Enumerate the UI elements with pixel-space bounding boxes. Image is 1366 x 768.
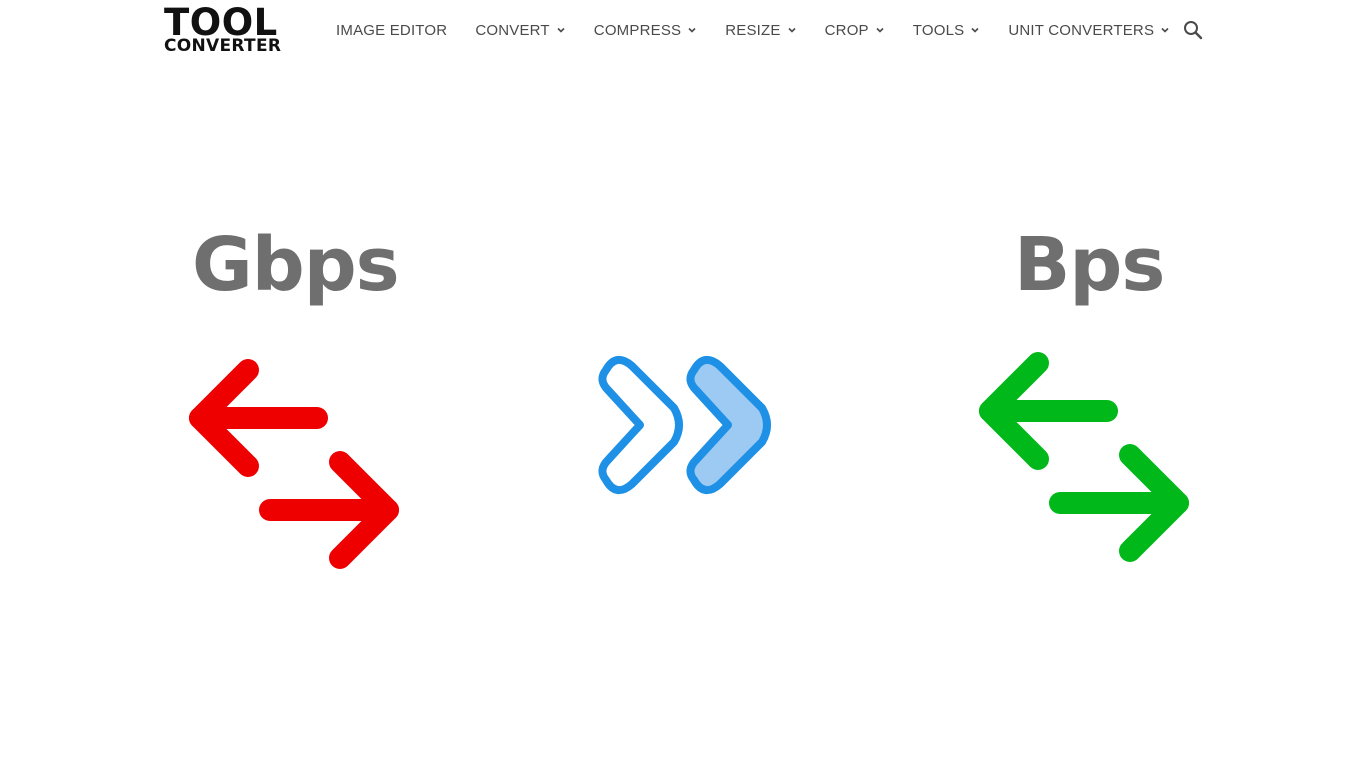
chevron-down-icon	[1161, 27, 1169, 33]
chevron-down-icon	[876, 27, 884, 33]
main-nav: IMAGE EDITOR CONVERT COMPRESS RESIZE CRO…	[336, 20, 1198, 40]
swap-arrows-icon	[979, 352, 1189, 562]
nav-label: UNIT CONVERTERS	[1008, 21, 1155, 39]
nav-item-tools[interactable]: TOOLS	[913, 20, 981, 40]
nav-label: IMAGE EDITOR	[336, 21, 448, 39]
nav-item-crop[interactable]: CROP	[825, 20, 885, 40]
chevron-down-icon	[557, 27, 565, 33]
double-chevron-right-icon	[598, 356, 771, 494]
search-icon[interactable]	[1182, 19, 1204, 41]
nav-label: CROP	[824, 21, 869, 39]
nav-item-resize[interactable]: RESIZE	[725, 20, 796, 40]
nav-item-convert[interactable]: CONVERT	[475, 20, 565, 40]
swap-arrows-icon	[189, 359, 399, 569]
logo-line2: CONVERTER	[164, 36, 282, 56]
nav-label: CONVERT	[475, 21, 550, 39]
chevron-down-icon	[688, 27, 696, 33]
from-unit-label: Gbps	[192, 222, 400, 308]
chevron-down-icon	[971, 27, 979, 33]
nav-label: RESIZE	[725, 21, 781, 39]
nav-label: COMPRESS	[593, 21, 682, 39]
nav-label: TOOLS	[912, 21, 965, 39]
nav-item-compress[interactable]: COMPRESS	[594, 20, 697, 40]
site-logo[interactable]: TOOL CONVERTER	[164, 4, 281, 55]
nav-item-image-editor[interactable]: IMAGE EDITOR	[336, 20, 447, 40]
to-unit-label: Bps	[1014, 222, 1165, 308]
chevron-down-icon	[788, 27, 796, 33]
nav-item-unit-converters[interactable]: UNIT CONVERTERS	[1008, 20, 1170, 40]
